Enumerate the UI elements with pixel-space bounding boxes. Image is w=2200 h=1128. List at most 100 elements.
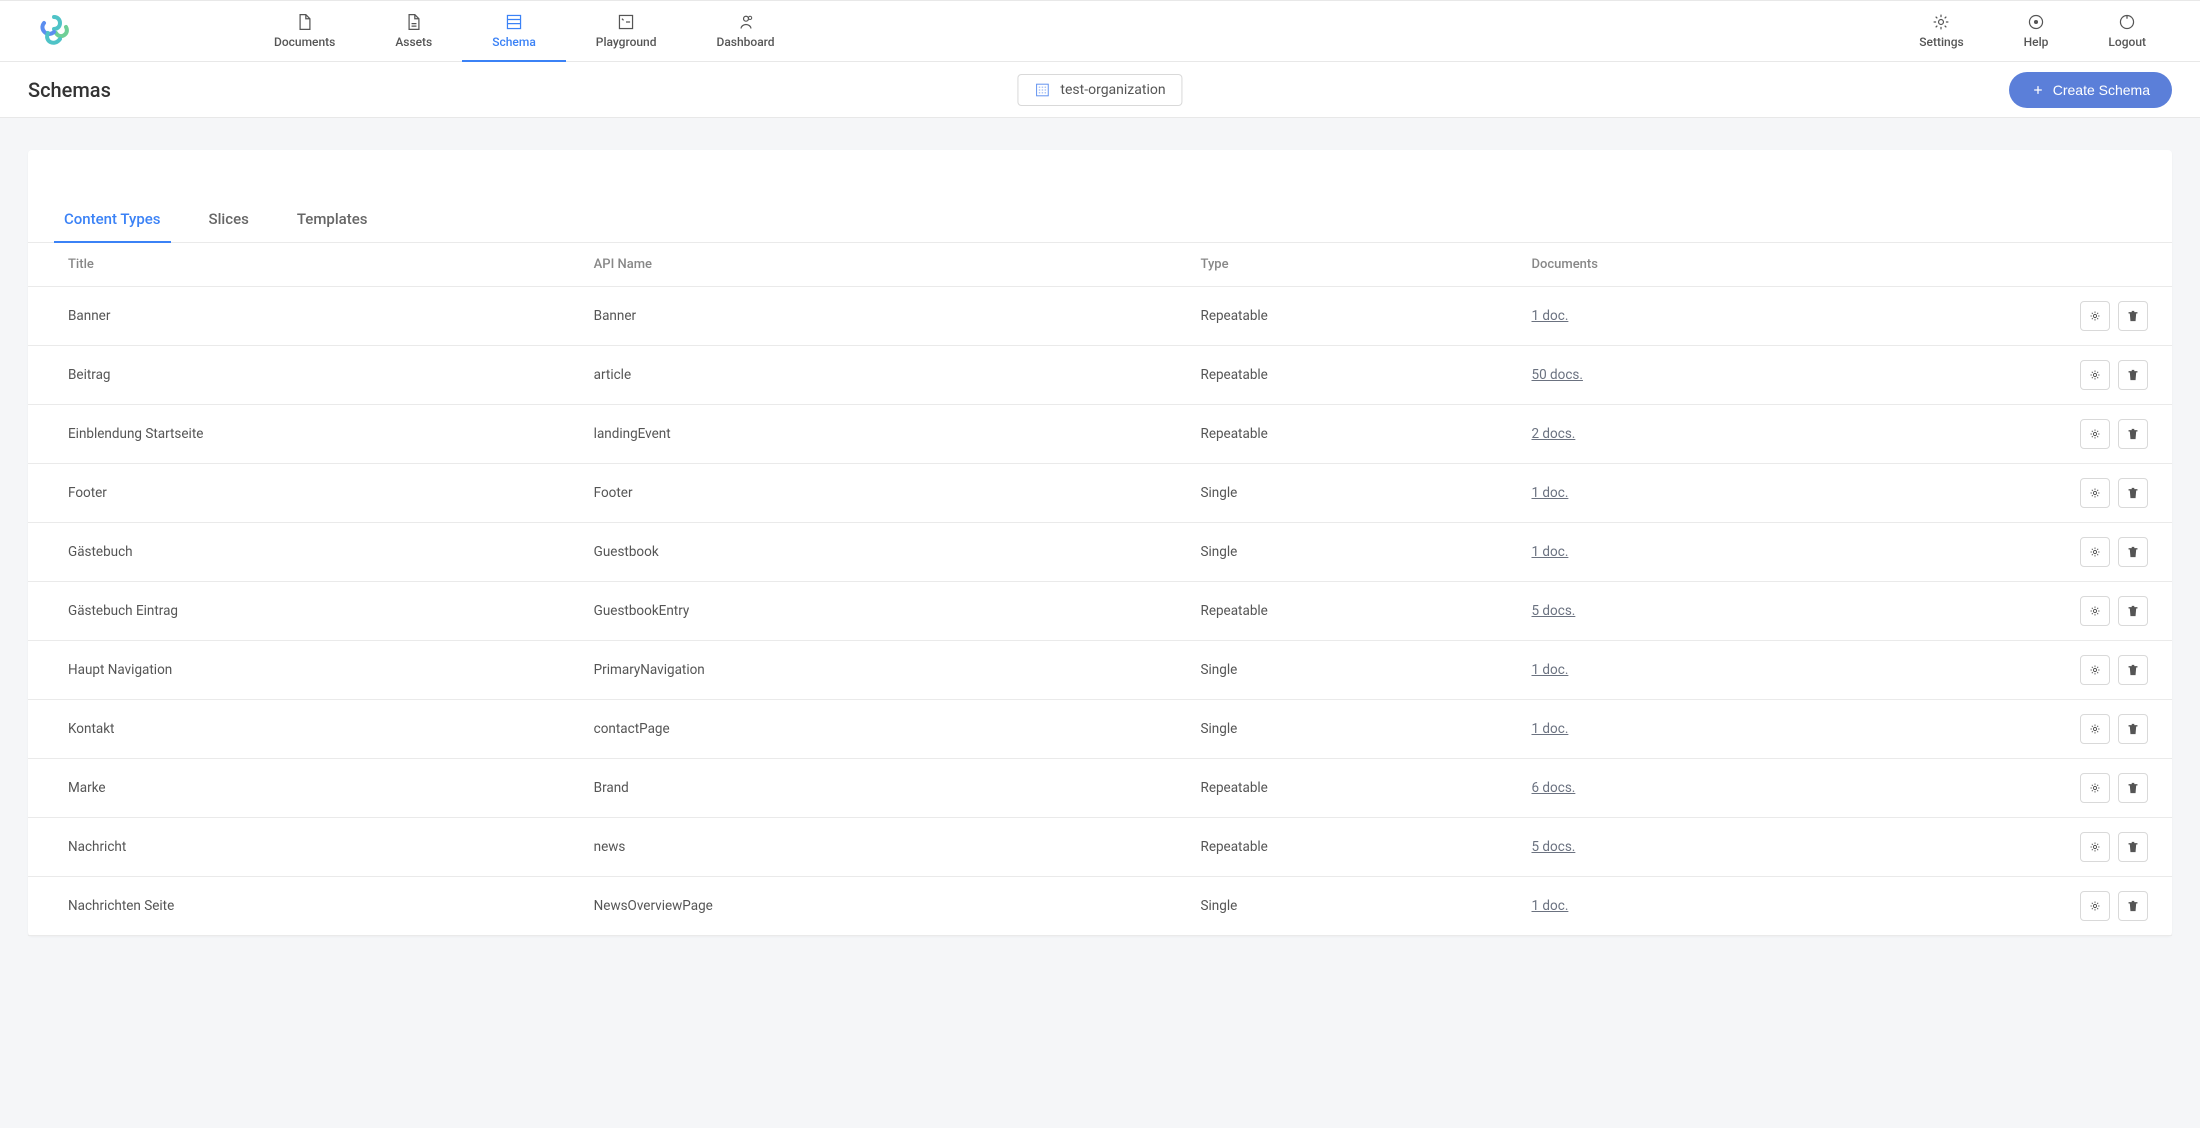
nav-label: Schema — [492, 35, 536, 49]
table-row[interactable]: Kontakt contactPage Single 1 doc. — [28, 700, 2172, 759]
table-row[interactable]: Gästebuch Eintrag GuestbookEntry Repeata… — [28, 582, 2172, 641]
row-docs-link[interactable]: 1 doc. — [1532, 544, 1569, 560]
gear-icon — [2088, 545, 2102, 559]
table-row[interactable]: Footer Footer Single 1 doc. — [28, 464, 2172, 523]
row-type: Single — [1201, 721, 1532, 737]
row-api-name: Footer — [594, 485, 1201, 501]
row-settings-button[interactable] — [2080, 714, 2110, 744]
gear-icon — [2088, 368, 2102, 382]
tab-templates[interactable]: Templates — [297, 198, 368, 242]
file-icon — [405, 13, 423, 31]
row-type: Repeatable — [1201, 367, 1532, 383]
nav-settings[interactable]: Settings — [1889, 1, 1993, 61]
row-delete-button[interactable] — [2118, 714, 2148, 744]
row-delete-button[interactable] — [2118, 301, 2148, 331]
gear-icon — [2088, 427, 2102, 441]
nav-playground[interactable]: Playground — [566, 1, 687, 61]
tab-content-types[interactable]: Content Types — [64, 198, 161, 242]
row-delete-button[interactable] — [2118, 891, 2148, 921]
table-row[interactable]: Einblendung Startseite landingEvent Repe… — [28, 405, 2172, 464]
row-api-name: Guestbook — [594, 544, 1201, 560]
row-delete-button[interactable] — [2118, 655, 2148, 685]
nav-assets[interactable]: Assets — [365, 1, 462, 61]
row-delete-button[interactable] — [2118, 478, 2148, 508]
page-title: Schemas — [28, 78, 111, 102]
row-api-name: contactPage — [594, 721, 1201, 737]
row-title: Einblendung Startseite — [42, 426, 594, 442]
row-api-name: landingEvent — [594, 426, 1201, 442]
row-delete-button[interactable] — [2118, 419, 2148, 449]
table-row[interactable]: Nachricht news Repeatable 5 docs. — [28, 818, 2172, 877]
row-docs-link[interactable]: 5 docs. — [1532, 839, 1576, 855]
row-docs-link[interactable]: 6 docs. — [1532, 780, 1576, 796]
nav-label: Assets — [395, 35, 432, 49]
row-delete-button[interactable] — [2118, 832, 2148, 862]
row-title: Nachricht — [42, 839, 594, 855]
nav-schema[interactable]: Schema — [462, 1, 566, 61]
row-docs-link[interactable]: 1 doc. — [1532, 662, 1569, 678]
trash-icon — [2126, 604, 2140, 618]
row-settings-button[interactable] — [2080, 360, 2110, 390]
row-settings-button[interactable] — [2080, 832, 2110, 862]
nav-label: Documents — [274, 35, 335, 49]
trash-icon — [2126, 781, 2140, 795]
org-selector[interactable]: test-organization — [1017, 74, 1182, 106]
row-docs-link[interactable]: 2 docs. — [1532, 426, 1576, 442]
table-row[interactable]: Nachrichten Seite NewsOverviewPage Singl… — [28, 877, 2172, 936]
org-name: test-organization — [1060, 82, 1165, 98]
table-row[interactable]: Beitrag article Repeatable 50 docs. — [28, 346, 2172, 405]
table-row[interactable]: Banner Banner Repeatable 1 doc. — [28, 287, 2172, 346]
gear-icon — [2088, 604, 2102, 618]
row-settings-button[interactable] — [2080, 596, 2110, 626]
row-docs-link[interactable]: 1 doc. — [1532, 721, 1569, 737]
th-title: Title — [42, 257, 594, 272]
top-nav: Documents Assets Schema Playground Dashb… — [0, 0, 2200, 62]
row-type: Repeatable — [1201, 308, 1532, 324]
trash-icon — [2126, 899, 2140, 913]
user-icon — [737, 13, 755, 31]
app-logo[interactable] — [24, 9, 84, 53]
row-api-name: GuestbookEntry — [594, 603, 1201, 619]
row-title: Haupt Navigation — [42, 662, 594, 678]
nav-help[interactable]: Help — [1994, 1, 2079, 61]
row-docs-link[interactable]: 1 doc. — [1532, 485, 1569, 501]
row-docs-link[interactable]: 1 doc. — [1532, 308, 1569, 324]
nav-label: Dashboard — [717, 35, 775, 49]
row-title: Marke — [42, 780, 594, 796]
row-settings-button[interactable] — [2080, 891, 2110, 921]
row-docs-link[interactable]: 50 docs. — [1532, 367, 1583, 383]
nav-dashboard[interactable]: Dashboard — [687, 1, 805, 61]
table-row[interactable]: Gästebuch Guestbook Single 1 doc. — [28, 523, 2172, 582]
row-api-name: article — [594, 367, 1201, 383]
row-delete-button[interactable] — [2118, 773, 2148, 803]
row-docs-link[interactable]: 1 doc. — [1532, 898, 1569, 914]
row-settings-button[interactable] — [2080, 301, 2110, 331]
row-settings-button[interactable] — [2080, 773, 2110, 803]
trash-icon — [2126, 368, 2140, 382]
table-header: Title API Name Type Documents — [28, 243, 2172, 287]
trash-icon — [2126, 486, 2140, 500]
row-settings-button[interactable] — [2080, 419, 2110, 449]
row-settings-button[interactable] — [2080, 478, 2110, 508]
create-schema-button[interactable]: Create Schema — [2009, 72, 2172, 108]
row-delete-button[interactable] — [2118, 596, 2148, 626]
help-icon — [2027, 13, 2045, 31]
table-row[interactable]: Haupt Navigation PrimaryNavigation Singl… — [28, 641, 2172, 700]
row-delete-button[interactable] — [2118, 537, 2148, 567]
gear-icon — [2088, 781, 2102, 795]
nav-documents[interactable]: Documents — [244, 1, 365, 61]
table-row[interactable]: Marke Brand Repeatable 6 docs. — [28, 759, 2172, 818]
tab-slices[interactable]: Slices — [209, 198, 249, 242]
row-delete-button[interactable] — [2118, 360, 2148, 390]
row-settings-button[interactable] — [2080, 537, 2110, 567]
row-settings-button[interactable] — [2080, 655, 2110, 685]
th-type: Type — [1201, 257, 1532, 272]
nav-logout[interactable]: Logout — [2078, 1, 2176, 61]
schema-panel: Content Types Slices Templates Title API… — [28, 150, 2172, 936]
trash-icon — [2126, 840, 2140, 854]
row-title: Banner — [42, 308, 594, 324]
row-api-name: news — [594, 839, 1201, 855]
gear-icon — [2088, 722, 2102, 736]
document-icon — [296, 13, 314, 31]
row-docs-link[interactable]: 5 docs. — [1532, 603, 1576, 619]
